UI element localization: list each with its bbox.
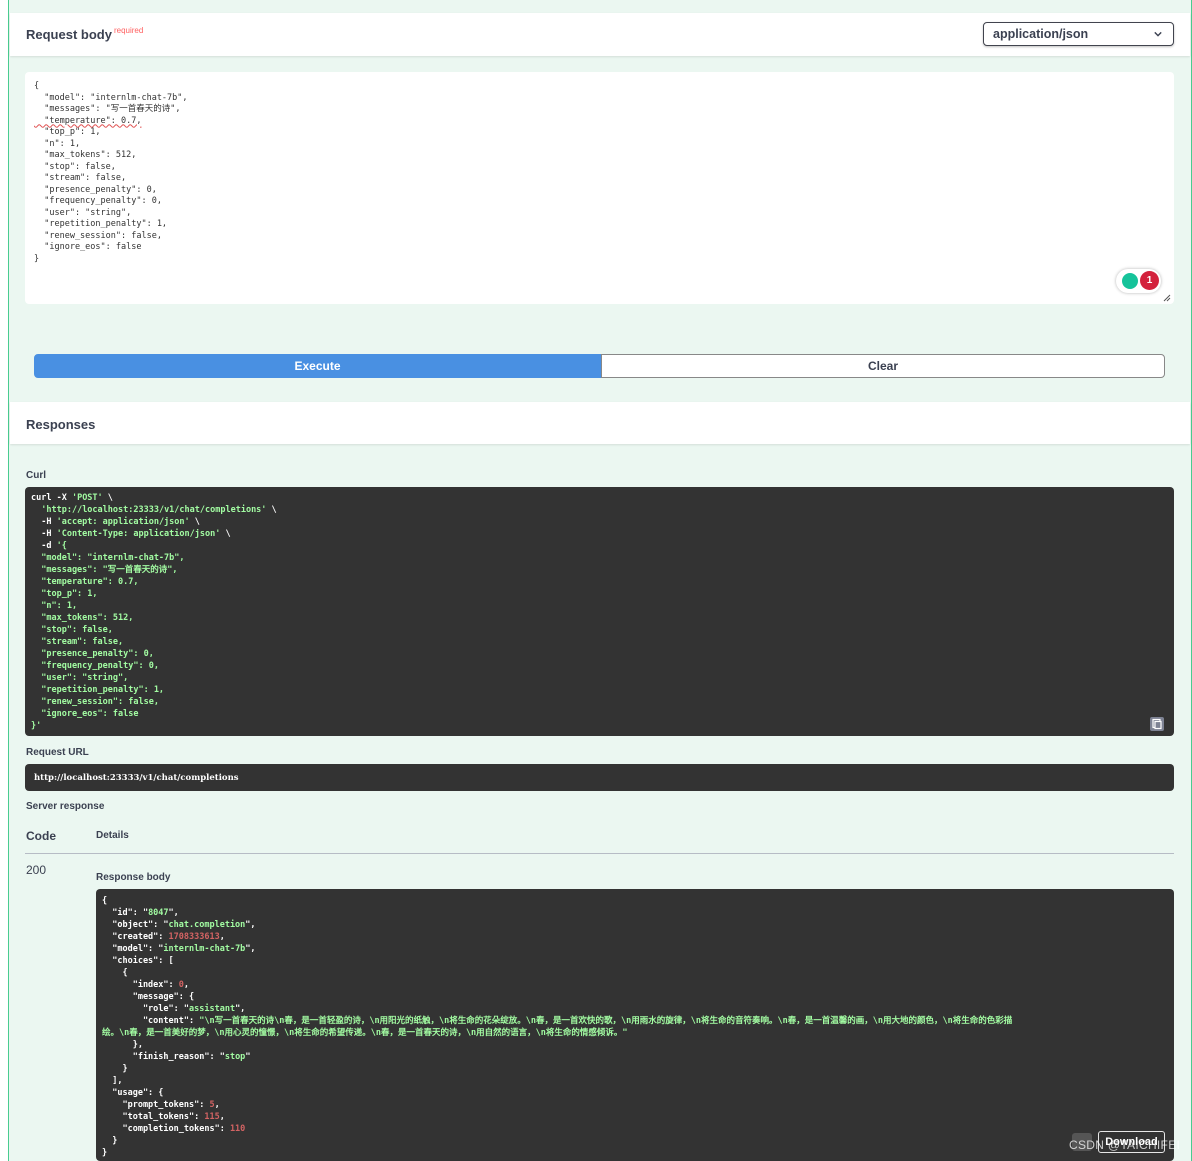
curl-line: "temperature": 0.7, xyxy=(31,577,139,587)
request-body-title: Request body required xyxy=(26,26,144,42)
resp-object: chat.completion xyxy=(168,920,246,930)
curl-line: -H 'Content-Type: application/json' \ xyxy=(31,529,231,539)
editor-line: "stream": false, xyxy=(34,173,127,183)
curl-line: "frequency_penalty": 0, xyxy=(31,661,159,671)
clear-button[interactable]: Clear xyxy=(601,354,1165,378)
curl-line: "presence_penalty": 0, xyxy=(31,649,154,659)
request-url-label: Request URL xyxy=(26,747,89,758)
curl-line: "top_p": 1, xyxy=(31,589,98,599)
resp-total-tokens: 115 xyxy=(204,1112,220,1122)
curl-line: "model": "internlm-chat-7b", xyxy=(31,553,185,563)
content-type-select[interactable]: application/json xyxy=(983,22,1174,46)
response-body-label: Response body xyxy=(96,872,171,883)
request-body-title-text: Request body xyxy=(26,27,112,42)
responses-title: Responses xyxy=(26,417,96,432)
chevron-down-icon xyxy=(1154,31,1162,37)
resp-id: 8047 xyxy=(148,908,169,918)
required-tag: required xyxy=(113,26,144,35)
resp-completion-tokens: 110 xyxy=(229,1124,246,1134)
curl-line: "n": 1, xyxy=(31,601,78,611)
request-url-value: http://localhost:23333/v1/chat/completio… xyxy=(34,773,239,783)
curl-line: "ignore_eos": false xyxy=(31,709,139,719)
response-body-block: { "id": "8047", "object": "chat.completi… xyxy=(96,889,1174,1161)
curl-line: "messages": "写一首春天的诗", xyxy=(31,565,178,575)
editor-line: { xyxy=(34,81,40,91)
grammar-assistant-badge[interactable]: 1 xyxy=(1116,269,1161,293)
resp-prompt-tokens: 5 xyxy=(209,1100,215,1110)
watermark: CSDN @TAICHIFEI xyxy=(1069,1138,1181,1152)
editor-line: "frequency_penalty": 0, xyxy=(34,196,162,206)
curl-line: "stop": false, xyxy=(31,625,113,635)
request-url-block: http://localhost:23333/v1/chat/completio… xyxy=(25,764,1174,791)
code-column-header: Code xyxy=(26,829,56,843)
editor-line: "top_p": 1, xyxy=(34,127,101,137)
resize-handle-icon[interactable] xyxy=(1163,294,1171,302)
grammar-bulb-icon xyxy=(1122,273,1138,289)
request-body-editor[interactable]: { "model": "internlm-chat-7b", "messages… xyxy=(25,72,1174,304)
editor-line: "max_tokens": 512, xyxy=(34,150,137,160)
curl-line: 'http://localhost:23333/v1/chat/completi… xyxy=(41,505,277,515)
curl-line: "renew_session": false, xyxy=(31,697,159,707)
grammar-issue-count: 1 xyxy=(1140,271,1159,290)
editor-line: "repetition_penalty": 1, xyxy=(34,219,168,229)
curl-label: Curl xyxy=(26,470,46,481)
resp-content-line2: 绘。\n春，是一首美好的梦，\n用心灵的憧憬，\n将生命的希望传递。\n春，是一… xyxy=(102,1028,628,1038)
resp-index: 0 xyxy=(178,980,184,990)
curl-line: -H 'accept: application/json' \ xyxy=(31,517,200,527)
editor-line: "ignore_eos": false xyxy=(34,242,142,252)
editor-line: "model": "internlm-chat-7b", xyxy=(34,92,188,103)
editor-line: "messages": "写一首春天的诗", xyxy=(34,104,181,114)
curl-code-block: curl -X 'POST' \ 'http://localhost:23333… xyxy=(25,487,1174,736)
editor-line: "presence_penalty": 0, xyxy=(34,184,157,195)
responses-header: Responses xyxy=(10,402,1190,444)
execute-button[interactable]: Execute xyxy=(34,354,601,378)
table-divider xyxy=(25,853,1174,854)
content-type-value: application/json xyxy=(993,27,1089,41)
editor-line: "stop": false, xyxy=(34,161,116,172)
curl-line: }' xyxy=(31,721,42,731)
resp-content-line1: "\n写一首春天的诗\n春，是一首轻盈的诗，\n用阳光的纸触，\n将生命的花朵绽… xyxy=(199,1016,1013,1026)
resp-role: assistant xyxy=(189,1004,236,1014)
request-body-header: Request body required application/json xyxy=(10,13,1190,56)
curl-line: "repetition_penalty": 1, xyxy=(31,685,165,695)
editor-line: "n": 1, xyxy=(34,138,81,149)
resp-finish-reason: stop xyxy=(224,1052,246,1062)
post-operation-panel: Request body required application/json { … xyxy=(8,0,1192,1161)
editor-line: } xyxy=(34,253,40,264)
curl-line: "stream": false, xyxy=(31,637,124,647)
curl-line: "user": "string", xyxy=(31,673,129,683)
copy-to-clipboard-icon[interactable] xyxy=(1150,717,1164,731)
editor-line: "temperature": 0.7, xyxy=(34,115,142,126)
execute-clear-group: Execute Clear xyxy=(34,354,1165,378)
editor-line: "renew_session": false, xyxy=(34,230,162,241)
curl-line: curl -X 'POST' \ xyxy=(31,493,113,503)
details-column-header: Details xyxy=(96,830,129,841)
editor-line: "user": "string", xyxy=(34,207,132,218)
top-strip xyxy=(9,0,1191,13)
server-response-label: Server response xyxy=(26,801,105,812)
curl-line: "max_tokens": 512, xyxy=(31,613,134,623)
curl-line: -d '{ xyxy=(31,541,67,551)
resp-model: internlm-chat-7b xyxy=(163,944,246,954)
status-code: 200 xyxy=(26,863,47,877)
resp-created: 1708333613 xyxy=(168,932,220,942)
